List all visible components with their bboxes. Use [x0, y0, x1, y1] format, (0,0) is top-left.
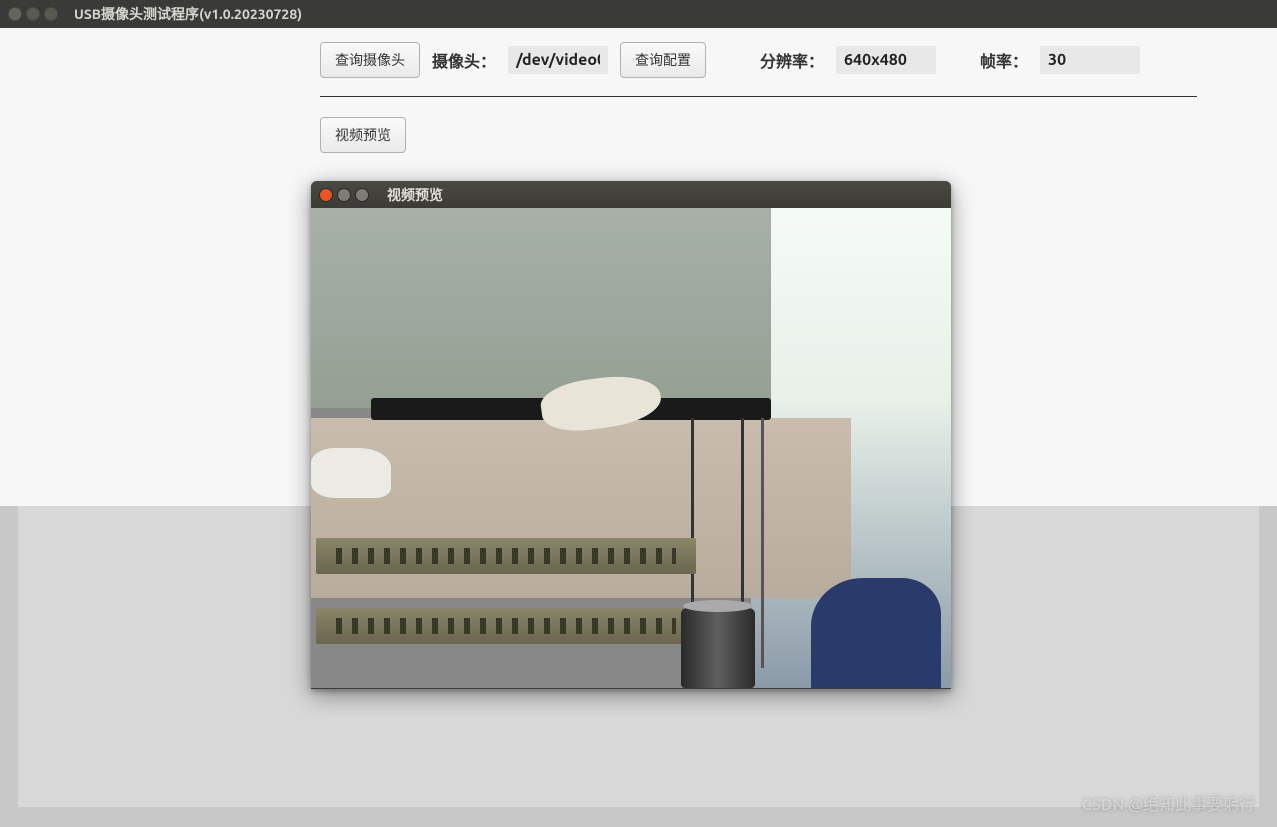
- maximize-icon[interactable]: [355, 188, 369, 202]
- resolution-label: 分辨率：: [760, 48, 824, 72]
- main-window-title: USB摄像头测试程序(v1.0.20230728): [74, 4, 302, 24]
- maximize-icon[interactable]: [44, 7, 58, 21]
- fps-input[interactable]: [1040, 46, 1140, 74]
- preview-window: 视频预览: [311, 181, 951, 689]
- video-preview-button[interactable]: 视频预览: [320, 117, 406, 153]
- close-icon[interactable]: [8, 7, 22, 21]
- main-titlebar: USB摄像头测试程序(v1.0.20230728): [0, 0, 1277, 28]
- watermark: CSDN @绝知此事要躬行: [1082, 791, 1255, 815]
- minimize-icon[interactable]: [26, 7, 40, 21]
- query-camera-button[interactable]: 查询摄像头: [320, 42, 420, 78]
- close-icon[interactable]: [319, 188, 333, 202]
- video-frame: [311, 208, 951, 688]
- query-config-button[interactable]: 查询配置: [620, 42, 706, 78]
- minimize-icon[interactable]: [337, 188, 351, 202]
- toolbar: 查询摄像头 摄像头： 查询配置 分辨率： 帧率：: [0, 28, 1277, 78]
- preview-titlebar[interactable]: 视频预览: [311, 181, 951, 208]
- fps-label: 帧率：: [980, 48, 1028, 72]
- preview-window-title: 视频预览: [387, 185, 443, 205]
- camera-input[interactable]: [508, 46, 608, 74]
- camera-label: 摄像头：: [432, 48, 496, 72]
- resolution-input[interactable]: [836, 46, 936, 74]
